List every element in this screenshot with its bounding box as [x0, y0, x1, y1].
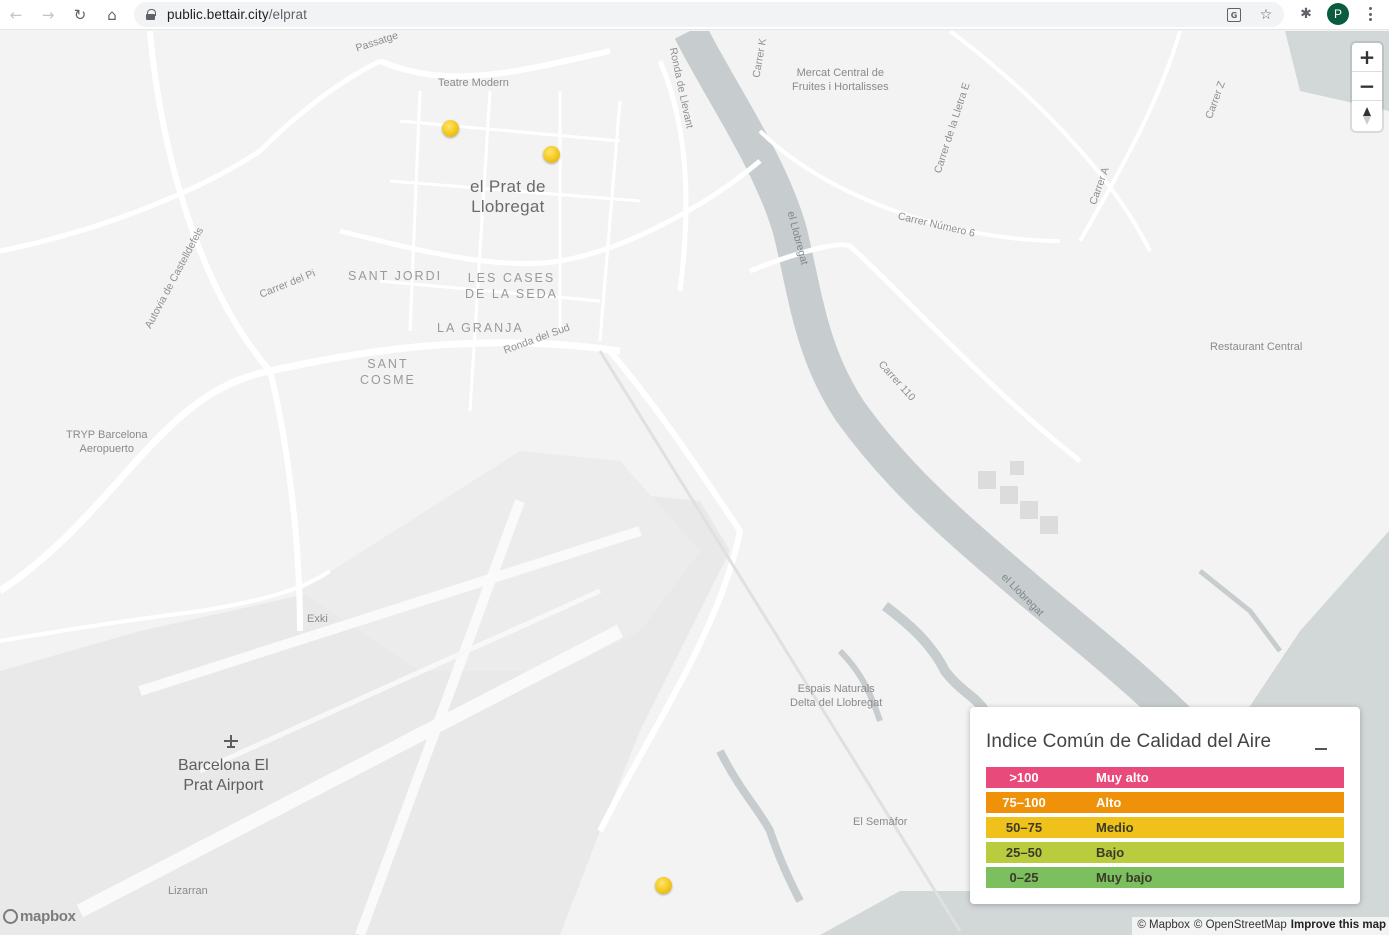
map-label-lizarran: Lizarran: [168, 885, 208, 897]
legend-row-bajo: 25–50 Bajo: [986, 842, 1344, 863]
aqi-legend-panel: Indice Común de Calidad del Aire >100 Mu…: [970, 707, 1360, 904]
browser-menu-icon[interactable]: [1362, 4, 1378, 24]
zoom-in-button[interactable]: +: [1352, 43, 1382, 72]
map-label-mercat-central: Mercat Central de Fruites i Hortalisses: [792, 67, 889, 93]
map-label-restaurant-central: Restaurant Central: [1210, 341, 1303, 353]
compass-icon: [1362, 106, 1372, 125]
legend-range: 50–75: [1005, 820, 1043, 835]
legend-row-medio: 50–75 Medio: [986, 817, 1344, 838]
mapbox-logo[interactable]: mapbox: [3, 908, 76, 925]
map-label-el-semafor: El Semàfor: [853, 816, 908, 828]
url-path: /elprat: [268, 7, 307, 22]
map-label-airport: Barcelona El Prat Airport: [178, 757, 269, 794]
mapbox-circle-icon: [3, 909, 18, 924]
reload-icon[interactable]: ↻: [64, 0, 96, 30]
map-label-espais-naturals: Espais Naturals Delta del Llobregat: [790, 683, 883, 709]
translate-icon[interactable]: G: [1224, 5, 1244, 25]
mapbox-logo-text: mapbox: [20, 908, 76, 925]
legend-label: Muy bajo: [1096, 870, 1153, 885]
home-icon[interactable]: ⌂: [96, 0, 128, 30]
sensor-marker[interactable]: [655, 877, 672, 894]
legend-row-alto: 75–100 Alto: [986, 792, 1344, 813]
reset-north-button[interactable]: [1352, 101, 1382, 130]
legend-range: 75–100: [1002, 795, 1046, 810]
map-attribution: © Mapbox © OpenStreetMap Improve this ma…: [1132, 917, 1389, 935]
map-label-les-cases: LES CASES DE LA SEDA: [465, 271, 558, 301]
url-text[interactable]: public.bettair.city/elprat: [167, 7, 307, 22]
legend-label: Alto: [1096, 795, 1122, 810]
legend-label: Bajo: [1096, 845, 1125, 860]
legend-label: Muy alto: [1096, 770, 1149, 785]
forward-arrow-icon[interactable]: →: [32, 0, 64, 30]
map-label-teatre-modern: Teatre Modern: [438, 77, 509, 89]
legend-range: 0–25: [1009, 870, 1039, 885]
extensions-puzzle-icon[interactable]: ✱: [1296, 4, 1316, 24]
legend-range: >100: [1009, 770, 1039, 785]
legend-rows: >100 Muy alto 75–100 Alto 50–75 Medio 25…: [986, 767, 1344, 892]
legend-row-muy-alto: >100 Muy alto: [986, 767, 1344, 788]
map-canvas[interactable]: Teatre Modern Mercat Central de Fruites …: [0, 31, 1389, 935]
map-label-la-granja: LA GRANJA: [437, 321, 524, 335]
bookmark-star-icon[interactable]: ☆: [1256, 5, 1276, 25]
attribution-osm-link[interactable]: © OpenStreetMap: [1194, 919, 1287, 935]
legend-minimize-button[interactable]: [1314, 737, 1328, 751]
legend-label: Medio: [1096, 820, 1134, 835]
map-label-sant-cosme: SANT COSME: [360, 357, 416, 387]
attribution-mapbox-link[interactable]: © Mapbox: [1137, 919, 1190, 935]
legend-range: 25–50: [1005, 845, 1043, 860]
map-label-exki: Exki: [307, 613, 328, 625]
url-host: public.bettair.city: [167, 7, 269, 22]
map-zoom-controls: + −: [1352, 43, 1382, 131]
address-bar[interactable]: public.bettair.city/elprat G ☆: [134, 2, 1284, 27]
browser-toolbar: ← → ↻ ⌂ public.bettair.city/elprat G ☆ ✱…: [0, 0, 1389, 30]
profile-avatar[interactable]: P: [1327, 3, 1349, 25]
lock-icon[interactable]: [146, 9, 156, 20]
legend-row-muy-bajo: 0–25 Muy bajo: [986, 867, 1344, 888]
map-label-tryp: TRYP Barcelona Aeropuerto: [66, 429, 148, 455]
map-label-el-prat: el Prat de Llobregat: [470, 177, 546, 216]
sensor-marker[interactable]: [543, 146, 560, 163]
sensor-marker[interactable]: [442, 120, 459, 137]
map-label-sant-jordi: SANT JORDI: [348, 269, 443, 283]
back-arrow-icon[interactable]: ←: [0, 0, 32, 30]
zoom-out-button[interactable]: −: [1352, 72, 1382, 101]
improve-map-link[interactable]: Improve this map: [1291, 919, 1386, 935]
legend-title: Indice Común de Calidad del Aire: [986, 731, 1272, 752]
